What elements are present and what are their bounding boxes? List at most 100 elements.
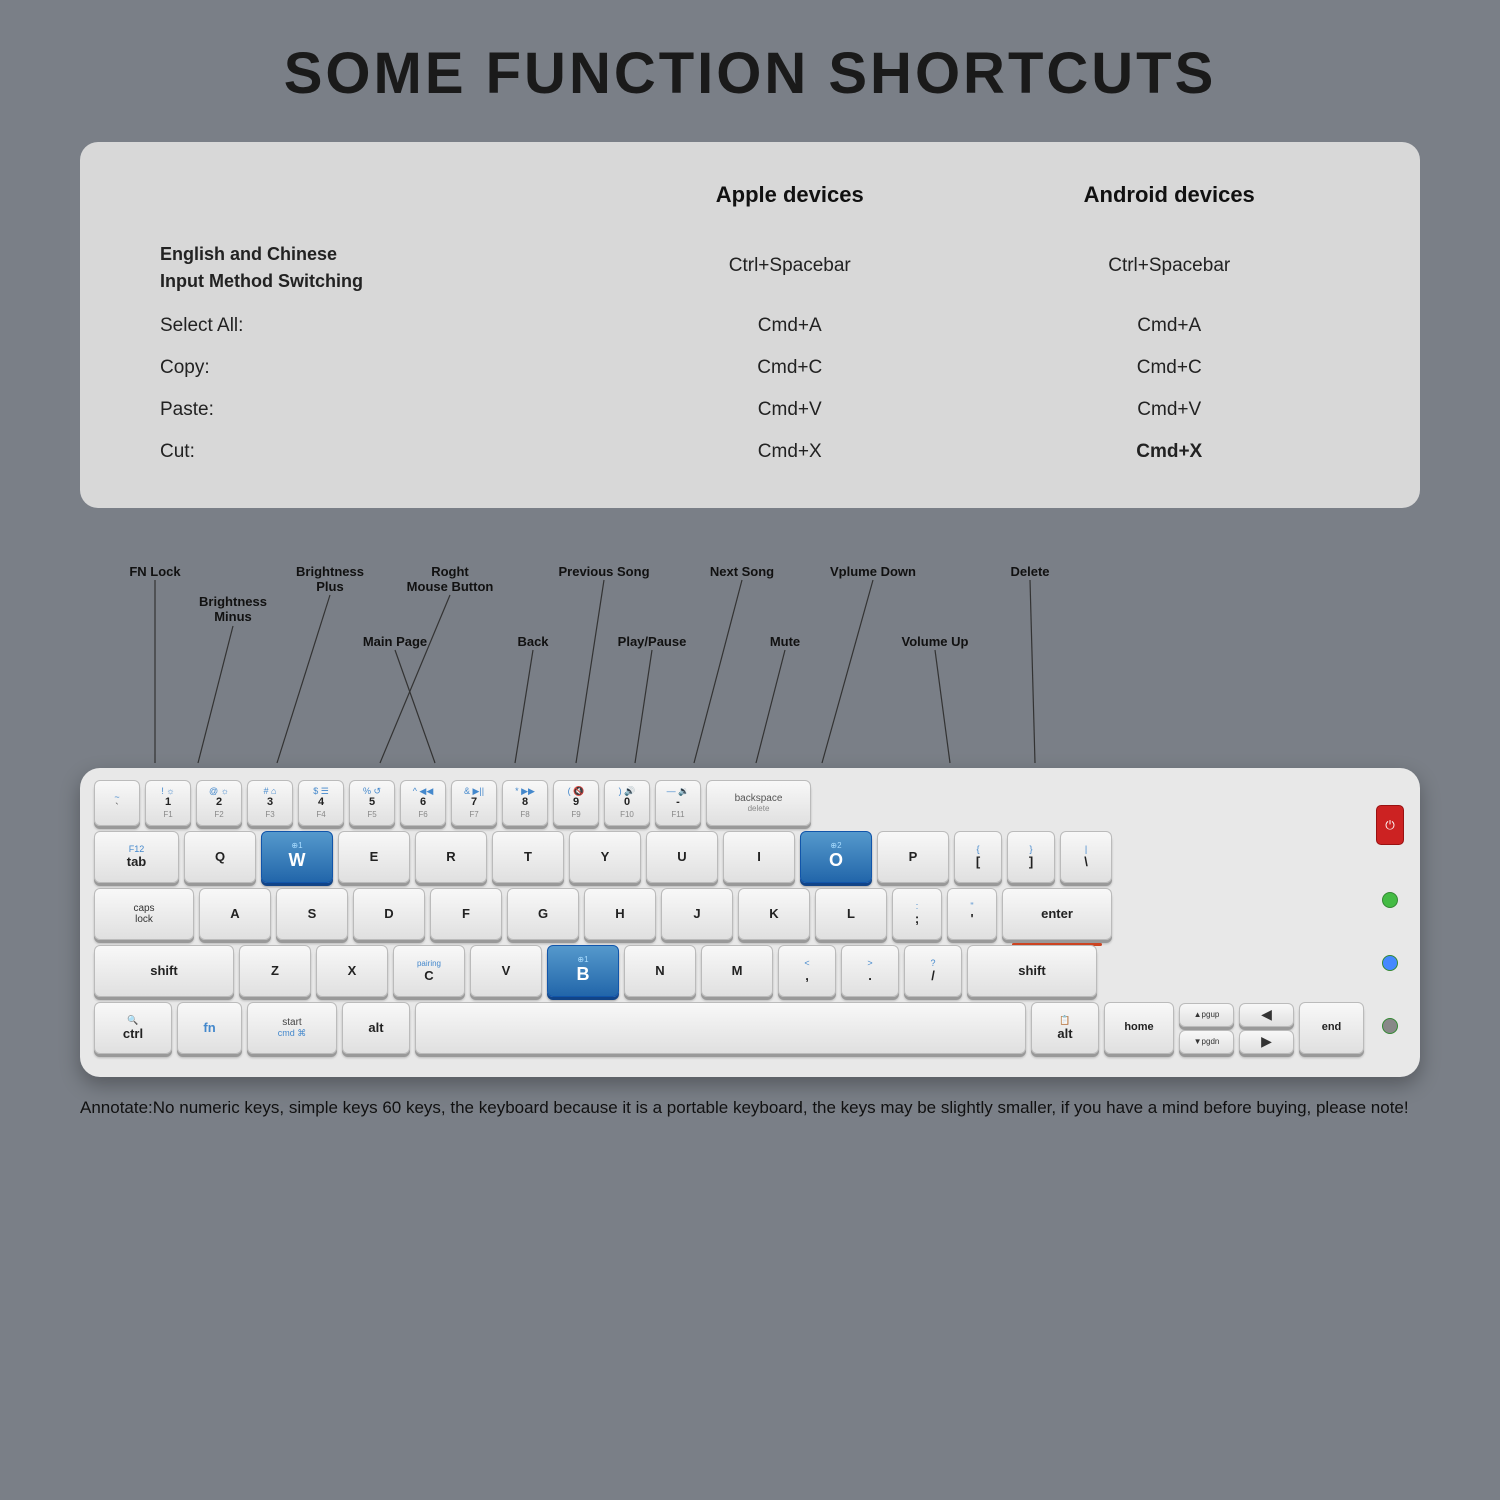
svg-text:Vplume Down: Vplume Down [830,564,916,579]
key-2[interactable]: @ ☼ 2 F2 [196,780,242,826]
annotations-svg: FN Lock Brightness Minus Brightness Plus… [80,558,1420,768]
col-action-header [130,172,611,226]
key-6[interactable]: ^ ◀◀ 6 F6 [400,780,446,826]
key-alt-left[interactable]: alt [342,1002,410,1054]
key-k[interactable]: K [738,888,810,940]
key-shift-right[interactable]: shift [967,945,1097,997]
key-q[interactable]: Q [184,831,256,883]
key-bracket-open[interactable]: { [ [954,831,1002,883]
key-fn[interactable]: fn [177,1002,242,1054]
key-quote[interactable]: " ' [947,888,997,940]
key-left-arrow[interactable]: ◀ [1239,1003,1294,1027]
key-o[interactable]: ⊕2 O [800,831,872,883]
key-w[interactable]: ⊕1 W [261,831,333,883]
key-t[interactable]: T [492,831,564,883]
key-minus[interactable]: — 🔉 - F11 [655,780,701,826]
key-r[interactable]: R [415,831,487,883]
key-8[interactable]: * ▶▶ 8 F8 [502,780,548,826]
key-5[interactable]: % ↺ 5 F5 [349,780,395,826]
key-backspace[interactable]: backspace delete [706,780,811,826]
shortcuts-card: Apple devices Android devices English an… [80,142,1420,508]
arrow-cluster: ▲pgup ▼pgdn [1179,1003,1234,1054]
key-comma[interactable]: < , [778,945,836,997]
key-7[interactable]: & ▶|| 7 F7 [451,780,497,826]
key-n[interactable]: N [624,945,696,997]
keys-main: ~ ` ! ☼ 1 F1 @ ☼ 2 F2 [94,780,1364,1059]
col-apple-header: Apple devices [611,172,968,226]
key-alt-right[interactable]: 📋 alt [1031,1002,1099,1054]
key-x[interactable]: X [316,945,388,997]
arrow-lr-cluster: ◀ ▶ [1239,1003,1294,1054]
key-pgup[interactable]: ▲pgup [1179,1003,1234,1027]
keyboard-diagram: FN Lock Brightness Minus Brightness Plus… [80,558,1420,1121]
svg-text:Plus: Plus [316,579,343,594]
svg-text:Brightness: Brightness [199,594,267,609]
key-v[interactable]: V [470,945,542,997]
key-shift-left[interactable]: shift [94,945,234,997]
key-h[interactable]: H [584,888,656,940]
shortcuts-table: Apple devices Android devices English an… [130,172,1370,473]
zxcv-row: shift Z X pairing C V ⊕1 B N [94,945,1364,997]
key-b[interactable]: ⊕1 B [547,945,619,997]
key-pgdn[interactable]: ▼pgdn [1179,1030,1234,1054]
svg-text:Minus: Minus [214,609,252,624]
key-3[interactable]: # ⌂ 3 F3 [247,780,293,826]
key-c[interactable]: pairing C [393,945,465,997]
key-i[interactable]: I [723,831,795,883]
power-button[interactable]: ⏻ [1376,805,1404,845]
key-9[interactable]: ( 🔇 9 F9 [553,780,599,826]
key-capslock[interactable]: caps lock [94,888,194,940]
key-enter[interactable]: enter [1002,888,1112,940]
led-3 [1382,1018,1398,1034]
key-bracket-close[interactable]: } ] [1007,831,1055,883]
page-container: SOME FUNCTION SHORTCUTS Apple devices An… [0,0,1500,1500]
key-1[interactable]: ! ☼ 1 F1 [145,780,191,826]
key-0[interactable]: ) 🔊 0 F10 [604,780,650,826]
svg-text:Mute: Mute [770,634,800,649]
svg-text:Next Song: Next Song [710,564,774,579]
svg-text:Mouse Button: Mouse Button [407,579,494,594]
key-m[interactable]: M [701,945,773,997]
key-ctrl[interactable]: 🔍 ctrl [94,1002,172,1054]
keyboard-wrapper: ~ ` ! ☼ 1 F1 @ ☼ 2 F2 [80,768,1420,1077]
led-2 [1382,955,1398,971]
side-panel: ~ ` ! ☼ 1 F1 @ ☼ 2 F2 [94,780,1406,1059]
key-backslash[interactable]: | \ [1060,831,1112,883]
key-j[interactable]: J [661,888,733,940]
table-row: Cut: Cmd+X Cmd+X [130,431,1370,473]
key-tilde[interactable]: ~ ` [94,780,140,826]
key-y[interactable]: Y [569,831,641,883]
table-row: Select All: Cmd+A Cmd+A [130,305,1370,347]
key-slash[interactable]: ? / [904,945,962,997]
key-home[interactable]: home [1104,1002,1174,1054]
key-right-arrow[interactable]: ▶ [1239,1030,1294,1054]
fn-row: ~ ` ! ☼ 1 F1 @ ☼ 2 F2 [94,780,1364,826]
svg-text:Brightness: Brightness [296,564,364,579]
annotations-area: FN Lock Brightness Minus Brightness Plus… [80,558,1420,768]
key-u[interactable]: U [646,831,718,883]
key-d[interactable]: D [353,888,425,940]
key-space[interactable] [415,1002,1026,1054]
svg-text:Volume Up: Volume Up [902,634,969,649]
key-l[interactable]: L [815,888,887,940]
key-e[interactable]: E [338,831,410,883]
key-tab[interactable]: F12 tab [94,831,179,883]
key-cmd[interactable]: start cmd ⌘ [247,1002,337,1054]
bottom-row: 🔍 ctrl fn start cmd ⌘ alt [94,1002,1364,1054]
key-g[interactable]: G [507,888,579,940]
key-period[interactable]: > . [841,945,899,997]
svg-text:FN Lock: FN Lock [129,564,181,579]
key-a[interactable]: A [199,888,271,940]
page-title: SOME FUNCTION SHORTCUTS [284,40,1217,107]
key-f[interactable]: F [430,888,502,940]
svg-text:Back: Back [517,634,549,649]
svg-text:Roght: Roght [431,564,469,579]
key-p[interactable]: P [877,831,949,883]
key-4[interactable]: $ ☰ 4 F4 [298,780,344,826]
key-semicolon[interactable]: : ; [892,888,942,940]
key-z[interactable]: Z [239,945,311,997]
svg-text:Delete: Delete [1010,564,1049,579]
key-s[interactable]: S [276,888,348,940]
key-end[interactable]: end [1299,1002,1364,1054]
table-row: English and ChineseInput Method Switchin… [130,226,1370,305]
